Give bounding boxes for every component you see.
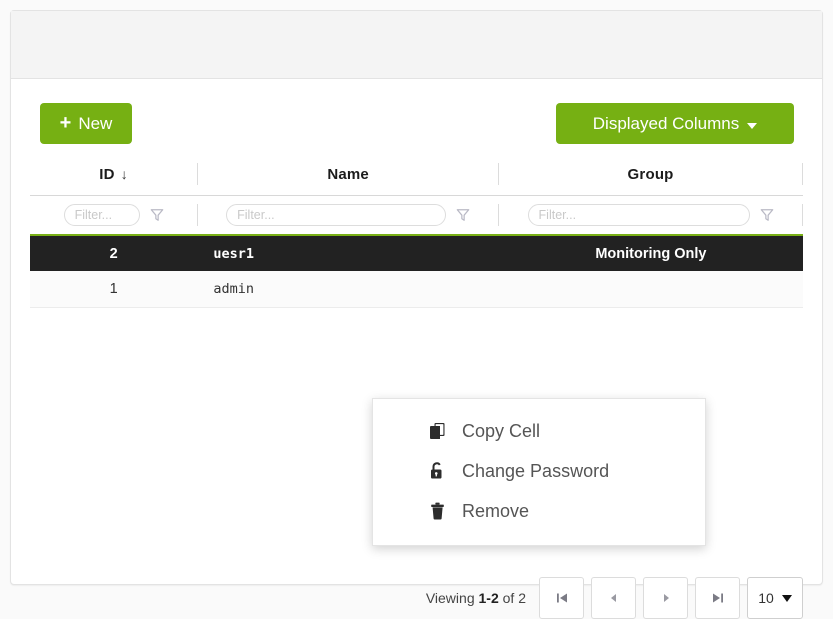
first-page-button[interactable] bbox=[539, 577, 584, 619]
unlock-icon bbox=[428, 460, 448, 482]
filter-input-group[interactable] bbox=[528, 204, 750, 226]
pagination-status: Viewing 1-2 of 2 bbox=[426, 590, 526, 606]
menu-item-copy-cell-label: Copy Cell bbox=[462, 421, 540, 442]
cell-name[interactable]: admin bbox=[197, 271, 498, 307]
menu-item-change-password[interactable]: Change Password bbox=[373, 451, 705, 491]
table-toolbar: + New Displayed Columns bbox=[11, 79, 822, 153]
cell-id[interactable]: 2 bbox=[30, 236, 197, 271]
funnel-icon[interactable] bbox=[456, 208, 470, 222]
table-header-row: ID ↓ Name Group bbox=[30, 153, 803, 196]
trash-icon bbox=[428, 500, 448, 522]
table-row[interactable]: 1 admin bbox=[30, 271, 803, 308]
first-page-icon bbox=[554, 590, 570, 606]
displayed-columns-label: Displayed Columns bbox=[593, 115, 739, 132]
column-header-name-label: Name bbox=[327, 166, 369, 183]
menu-item-copy-cell[interactable]: Copy Cell bbox=[373, 411, 705, 451]
filter-cell-name bbox=[198, 196, 498, 234]
chevron-down-icon bbox=[782, 595, 792, 602]
column-header-group[interactable]: Group bbox=[499, 153, 802, 195]
content-panel: + New Displayed Columns ID ↓ N bbox=[10, 10, 823, 585]
displayed-columns-button[interactable]: Displayed Columns bbox=[556, 103, 794, 144]
column-header-id[interactable]: ID ↓ bbox=[30, 153, 197, 195]
filter-input-id[interactable] bbox=[64, 204, 140, 226]
filter-cell-id bbox=[30, 196, 197, 234]
filter-cell-group bbox=[499, 196, 802, 234]
menu-item-change-password-label: Change Password bbox=[462, 461, 609, 482]
pagination-of-label: of bbox=[503, 590, 515, 606]
users-table: ID ↓ Name Group bbox=[30, 153, 803, 308]
cell-name[interactable]: uesr1 bbox=[197, 236, 498, 271]
page-size-value: 10 bbox=[758, 590, 774, 606]
caret-down-icon bbox=[747, 123, 757, 129]
cell-group[interactable]: Monitoring Only bbox=[499, 236, 803, 271]
funnel-icon[interactable] bbox=[150, 208, 164, 222]
pagination-viewing-label: Viewing bbox=[426, 590, 475, 606]
cell-id[interactable]: 1 bbox=[30, 271, 197, 307]
panel-body: + New Displayed Columns ID ↓ N bbox=[11, 79, 822, 308]
table-row[interactable]: 2 uesr1 Monitoring Only bbox=[30, 234, 803, 271]
plus-icon: + bbox=[60, 113, 72, 133]
pagination-range: 1-2 bbox=[479, 590, 499, 606]
column-header-name[interactable]: Name bbox=[198, 153, 498, 195]
last-page-button[interactable] bbox=[695, 577, 740, 619]
column-divider bbox=[802, 204, 803, 226]
filter-input-name[interactable] bbox=[226, 204, 446, 226]
column-divider bbox=[802, 163, 803, 185]
new-button-label: New bbox=[78, 115, 112, 132]
new-button[interactable]: + New bbox=[40, 103, 132, 144]
copy-icon bbox=[428, 420, 448, 442]
last-page-icon bbox=[710, 590, 726, 606]
pagination-bar: Viewing 1-2 of 2 bbox=[426, 577, 803, 619]
column-header-id-label: ID bbox=[99, 166, 114, 183]
page-size-select[interactable]: 10 bbox=[747, 577, 803, 619]
previous-page-icon bbox=[608, 592, 620, 604]
menu-item-remove-label: Remove bbox=[462, 501, 529, 522]
sort-descending-icon: ↓ bbox=[121, 166, 128, 182]
next-page-button[interactable] bbox=[643, 577, 688, 619]
next-page-icon bbox=[660, 592, 672, 604]
menu-item-remove[interactable]: Remove bbox=[373, 491, 705, 531]
cell-group[interactable] bbox=[499, 271, 803, 307]
previous-page-button[interactable] bbox=[591, 577, 636, 619]
panel-header-bar bbox=[11, 11, 822, 79]
pagination-total: 2 bbox=[518, 590, 526, 606]
column-header-group-label: Group bbox=[628, 166, 674, 183]
table-filter-row bbox=[30, 196, 803, 234]
funnel-icon[interactable] bbox=[760, 208, 774, 222]
row-context-menu: Copy Cell Change Password bbox=[372, 398, 706, 546]
